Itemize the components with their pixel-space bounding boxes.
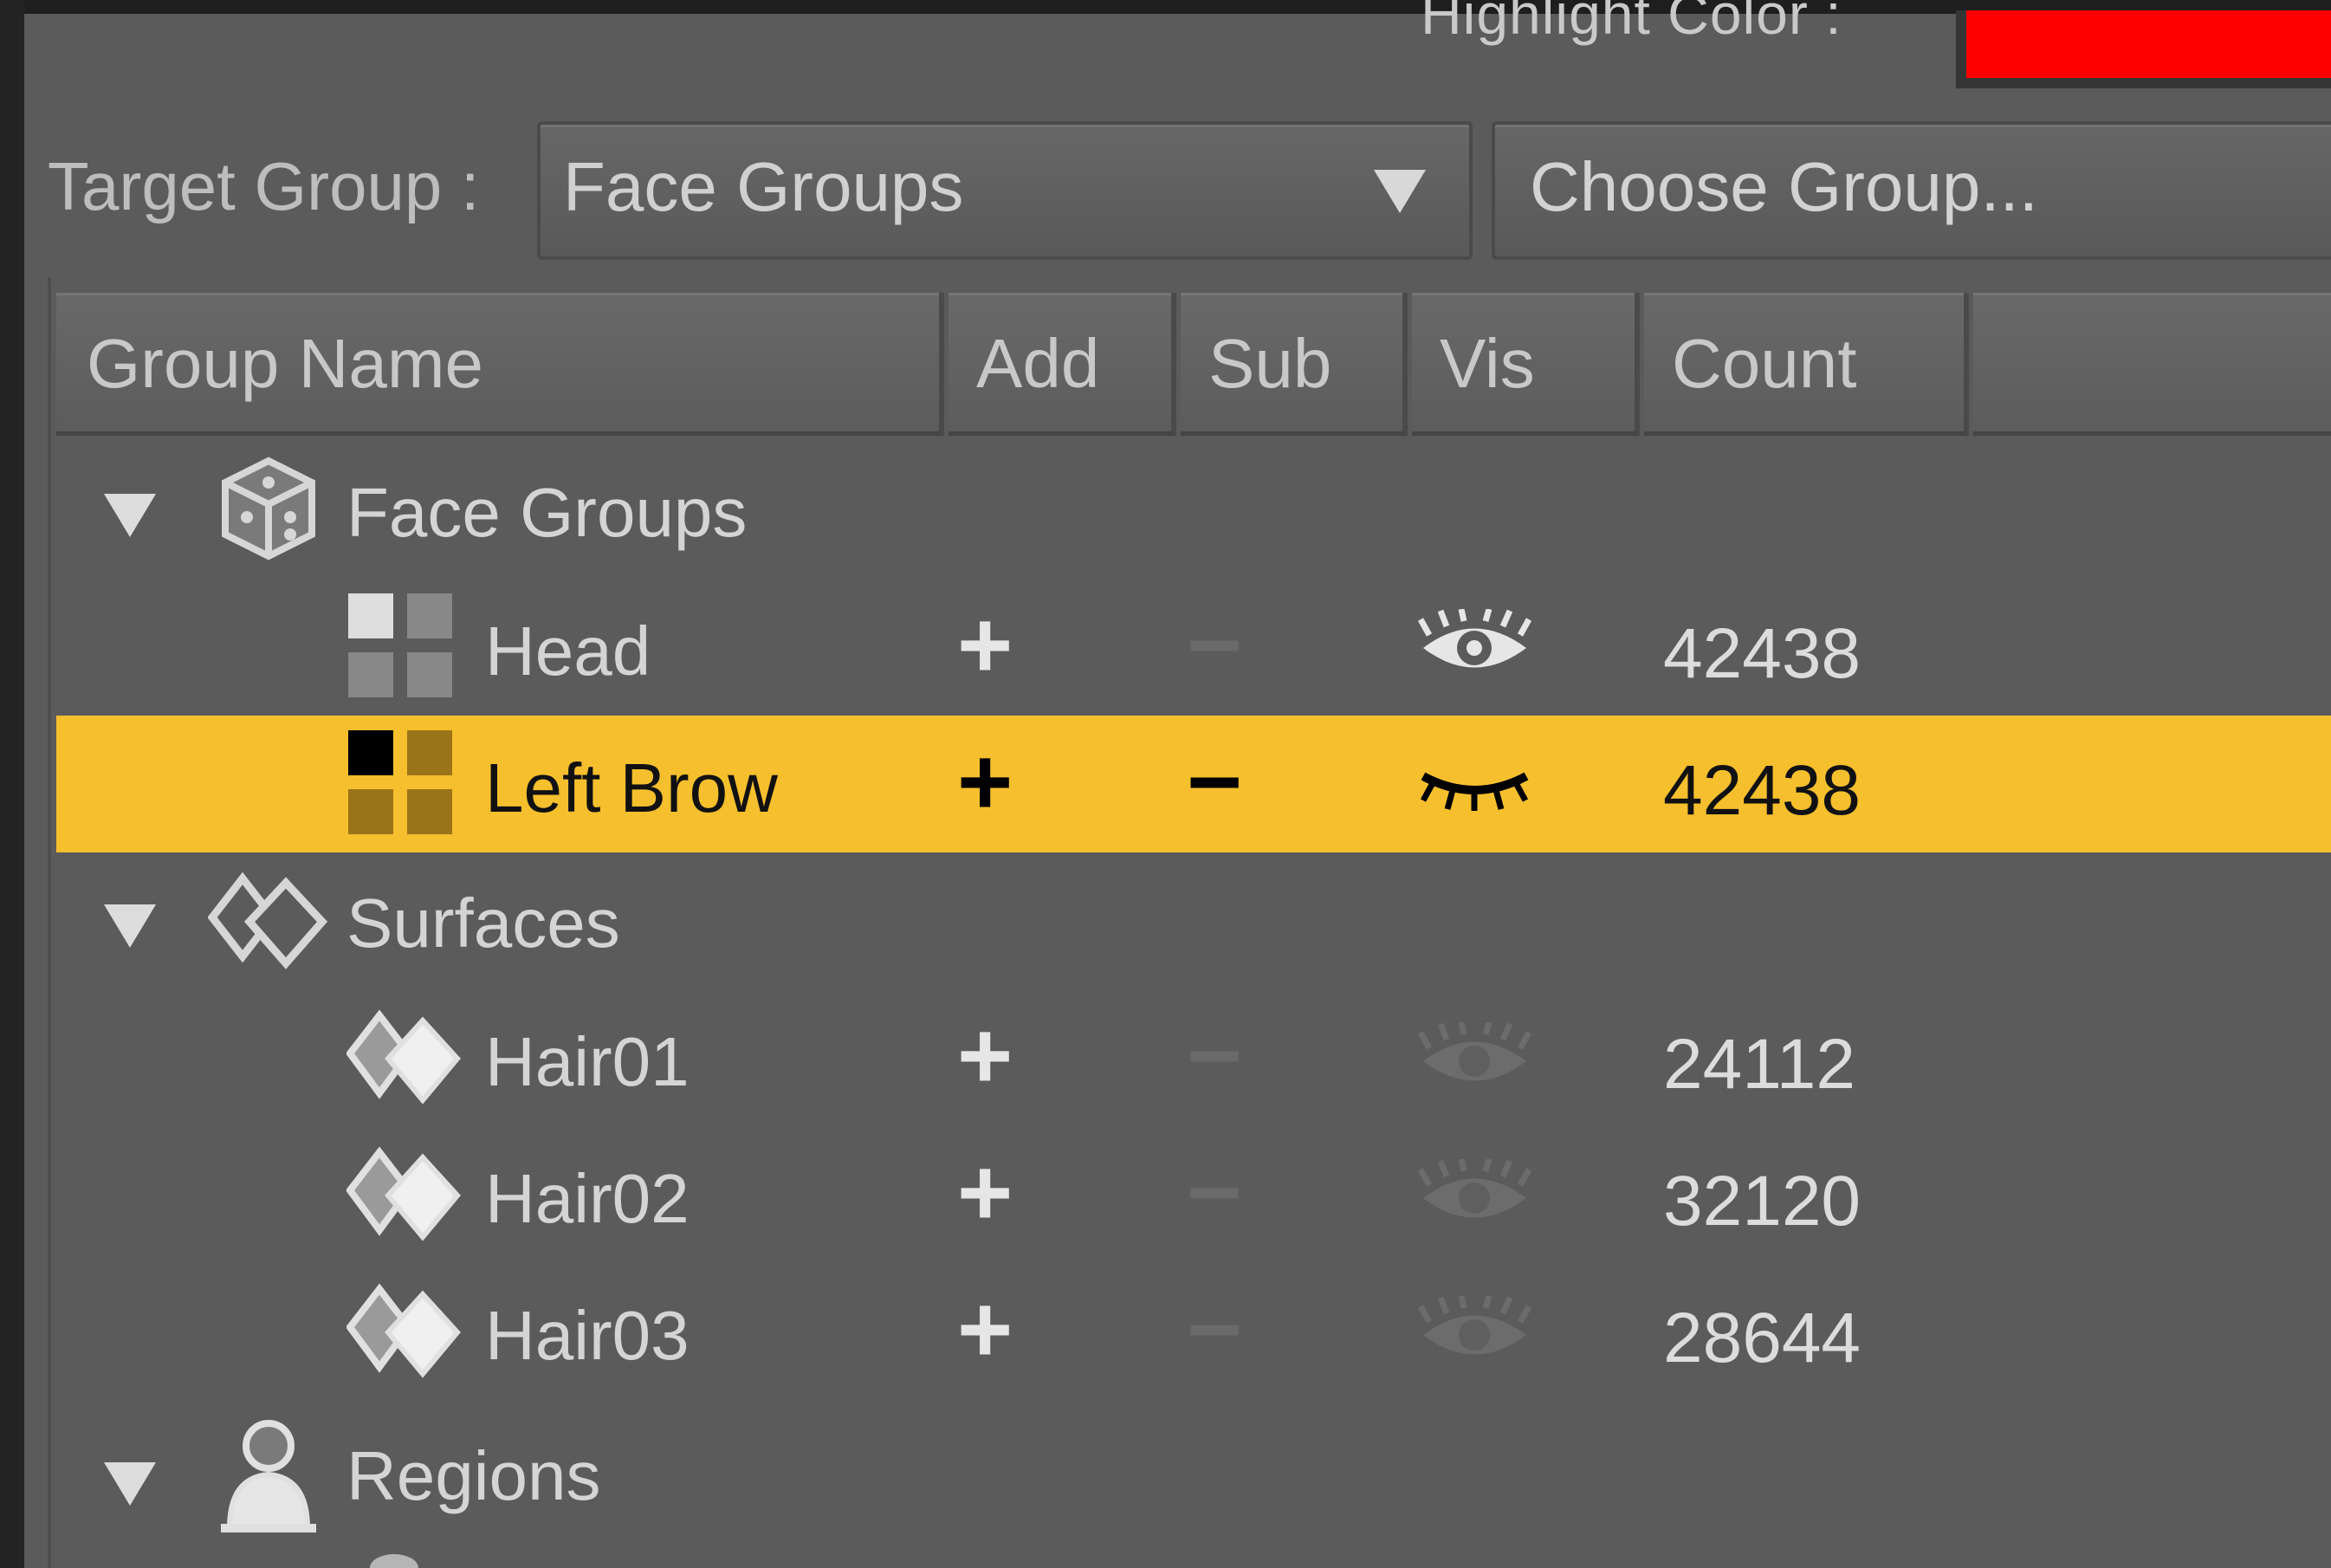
group-name: Head	[485, 612, 651, 690]
expand-arrow-icon[interactable]	[104, 1462, 156, 1506]
expand-arrow-icon[interactable]	[104, 904, 156, 948]
table-row-hair03[interactable]: Hair03 + − 28644	[56, 1263, 2331, 1400]
category-row-regions[interactable]: Regions	[56, 1400, 2331, 1537]
sub-button[interactable]: −	[1187, 598, 1242, 693]
face-group-icon	[348, 730, 452, 834]
eye-hidden-icon[interactable]	[1416, 1296, 1533, 1370]
add-button[interactable]: +	[957, 735, 1013, 830]
surface-icon	[346, 1009, 461, 1105]
group-name: Hair02	[485, 1160, 690, 1237]
group-name: Hair01	[485, 1023, 690, 1100]
category-row-face-groups[interactable]: Face Groups	[56, 442, 2331, 579]
column-header-vis[interactable]: Vis	[1412, 293, 1640, 436]
vertex-count: 28644	[1663, 1299, 1862, 1377]
column-header-count[interactable]: Count	[1644, 293, 1969, 436]
group-name: Left Brow	[485, 749, 778, 826]
add-button[interactable]: +	[957, 1282, 1013, 1377]
eye-open-icon[interactable]	[1416, 609, 1533, 683]
vertex-count: 24112	[1663, 1025, 1855, 1104]
sub-button[interactable]: −	[1187, 1145, 1242, 1241]
target-group-value: Face Groups	[563, 148, 964, 225]
vertex-count: 32120	[1663, 1162, 1862, 1241]
highlight-color-swatch[interactable]	[1966, 10, 2331, 78]
target-group-select[interactable]: Face Groups	[537, 121, 1473, 260]
eye-hidden-icon[interactable]	[1416, 1159, 1533, 1233]
table-row-left-brow[interactable]: Left Brow + − 42438	[56, 716, 2331, 852]
eye-hidden-icon[interactable]	[1416, 1022, 1533, 1096]
surface-icon	[346, 1283, 461, 1378]
sub-button[interactable]: −	[1187, 1282, 1242, 1377]
category-row-surfaces[interactable]: Surfaces	[56, 852, 2331, 989]
table-row-head[interactable]: Head + − 42438	[56, 579, 2331, 716]
column-header-group-name[interactable]: Group Name	[56, 293, 944, 436]
expand-arrow-icon[interactable]	[104, 494, 156, 537]
table-header: Group Name Add Sub Vis Count	[56, 293, 2331, 440]
category-label: Face Groups	[346, 474, 748, 551]
window-frame-left	[0, 0, 24, 1568]
add-button[interactable]: +	[957, 598, 1013, 693]
table-row-hair02[interactable]: Hair02 + − 32120	[56, 1126, 2331, 1263]
sub-button[interactable]: −	[1187, 735, 1242, 830]
add-button[interactable]: +	[957, 1008, 1013, 1104]
choose-group-button[interactable]: Choose Group...	[1492, 121, 2331, 260]
category-label: Regions	[346, 1437, 601, 1514]
vertex-count: 42438	[1663, 751, 1862, 830]
partial-row-icon	[370, 1554, 418, 1568]
surfaces-icon	[208, 871, 328, 969]
column-header-sub[interactable]: Sub	[1181, 293, 1408, 436]
cube-icon	[222, 457, 315, 560]
sub-button[interactable]: −	[1187, 1008, 1242, 1104]
figure-icon	[221, 1420, 316, 1532]
table-row-hair01[interactable]: Hair01 + − 24112	[56, 989, 2331, 1126]
target-group-label: Target Group :	[48, 148, 480, 224]
vertex-count: 42438	[1663, 614, 1862, 693]
highlight-color-label: Highlight Color :	[1421, 0, 1842, 46]
category-label: Surfaces	[346, 884, 620, 962]
surface-icon	[346, 1146, 461, 1241]
group-name: Hair03	[485, 1297, 690, 1374]
column-header-filler	[1973, 293, 2331, 436]
add-button[interactable]: +	[957, 1145, 1013, 1241]
choose-group-label: Choose Group...	[1530, 148, 2038, 225]
eye-closed-icon[interactable]	[1416, 750, 1533, 811]
face-group-icon	[348, 593, 452, 697]
column-header-add[interactable]: Add	[949, 293, 1176, 436]
dropdown-arrow-icon	[1374, 170, 1426, 213]
